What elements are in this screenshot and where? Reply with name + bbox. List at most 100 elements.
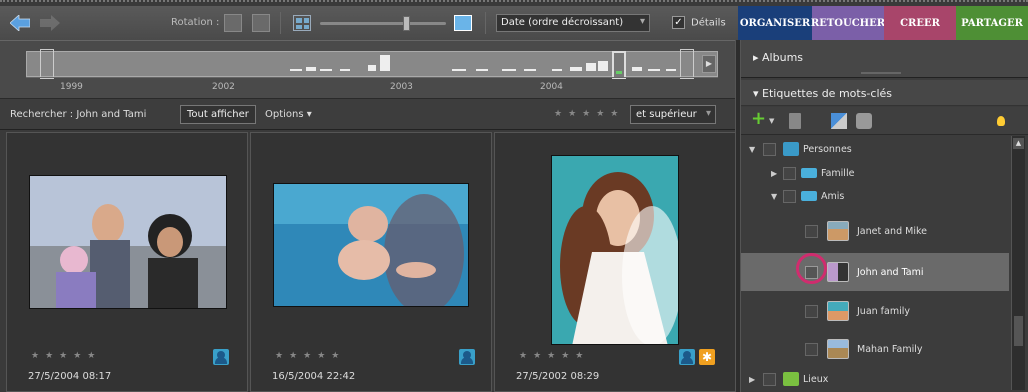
- folder-icon: [801, 191, 817, 201]
- timeline-bar: [340, 69, 350, 71]
- timeline-bar: [586, 63, 596, 71]
- timeline-bar: [380, 55, 390, 71]
- tree-item-lieux[interactable]: ▶ Lieux: [741, 368, 1009, 390]
- person-tag-icon: [679, 349, 695, 365]
- details-checkbox[interactable]: ✓ Détails: [672, 16, 726, 29]
- timeline-bar: [570, 67, 582, 71]
- photo-thumbnail[interactable]: [29, 175, 227, 309]
- tree-checkbox[interactable]: [805, 304, 818, 318]
- keyword-tree-scrollbar[interactable]: ▲: [1011, 136, 1025, 390]
- workspace-tabs: ORGANISER RETOUCHER CREER PARTAGER: [738, 6, 1028, 40]
- tag-thumbnail-icon: [827, 339, 849, 359]
- timeline-bar: [632, 67, 642, 71]
- tree-item-juan-family[interactable]: Juan family: [741, 296, 1009, 326]
- expand-arrow-icon[interactable]: ▶: [749, 375, 755, 384]
- person-tag-icon: [459, 349, 475, 365]
- show-all-button[interactable]: Tout afficher: [180, 105, 256, 124]
- forward-arrow-icon[interactable]: [40, 15, 60, 31]
- slider-handle[interactable]: [403, 16, 410, 31]
- add-tag-icon[interactable]: +: [751, 110, 767, 128]
- photo-cell[interactable]: ★★★★★ 16/5/2004 22:42: [250, 132, 492, 392]
- sort-order-select[interactable]: Date (ordre décroissant) ▾: [496, 14, 650, 32]
- tree-item-john-and-tami[interactable]: John and Tami: [741, 253, 1009, 291]
- timeline-year: 2003: [390, 82, 413, 92]
- collapse-arrow-icon[interactable]: ▼: [749, 145, 755, 154]
- timeline[interactable]: ◀ ▶ 1999 2002 2003 2004: [0, 40, 738, 98]
- photo-rating[interactable]: ★★★★★: [275, 351, 345, 361]
- rating-stars-filter[interactable]: ★★★★★: [554, 109, 624, 119]
- keywords-section-header[interactable]: ▾ Etiquettes de mots-clés: [741, 80, 1028, 106]
- tab-creer[interactable]: CREER: [884, 6, 956, 40]
- chevron-down-icon: ▾: [705, 108, 711, 119]
- timeline-end-handle[interactable]: [680, 49, 694, 79]
- timeline-current-marker[interactable]: [612, 51, 626, 79]
- resize-grip[interactable]: [861, 72, 901, 74]
- rotate-left-button[interactable]: [224, 14, 242, 32]
- collapse-arrow-icon[interactable]: ▼: [771, 192, 777, 201]
- rating-filter-select[interactable]: et supérieur ▾: [630, 105, 716, 124]
- photo-cell[interactable]: ★★★★★ 27/5/2004 08:17: [6, 132, 248, 392]
- timeline-start-handle[interactable]: [40, 49, 54, 79]
- folder-icon: [801, 168, 817, 178]
- timeline-right-button[interactable]: ▶: [702, 55, 716, 73]
- tab-retoucher[interactable]: RETOUCHER: [811, 6, 885, 40]
- search-label: Rechercher : John and Tami: [10, 109, 147, 120]
- options-menu[interactable]: Options ▾: [265, 109, 312, 120]
- scroll-up-icon[interactable]: ▲: [1013, 138, 1024, 149]
- timeline-bar: [666, 69, 676, 71]
- thumbnail-size-slider[interactable]: [320, 22, 446, 25]
- photo-cell[interactable]: ★★★★★ 27/5/2002 08:29 ✱: [494, 132, 736, 392]
- tab-organiser[interactable]: ORGANISER: [738, 6, 812, 40]
- tree-checkbox[interactable]: [805, 224, 818, 238]
- timeline-ruler: [26, 77, 718, 78]
- timeline-bar: [452, 69, 466, 71]
- thumbnail-grid-icon[interactable]: [293, 15, 311, 31]
- timeline-bar: [368, 65, 376, 71]
- timeline-bar: [502, 69, 516, 71]
- chevron-down-icon[interactable]: ▼: [769, 117, 785, 133]
- rotation-label: Rotation :: [171, 17, 220, 28]
- tree-checkbox[interactable]: [763, 142, 776, 156]
- single-photo-view-icon[interactable]: [454, 15, 472, 31]
- tree-item-personnes[interactable]: ▼ Personnes: [741, 138, 1009, 160]
- tag-thumbnail-icon: [827, 262, 849, 282]
- timeline-bar: [552, 69, 562, 71]
- photo-thumbnail[interactable]: [551, 155, 679, 345]
- tree-checkbox[interactable]: [783, 189, 796, 203]
- highlight-circle: [796, 253, 827, 284]
- photo-thumbnail[interactable]: [273, 183, 469, 307]
- tree-checkbox[interactable]: [763, 372, 776, 386]
- tree-item-amis[interactable]: ▼ Amis: [741, 185, 1009, 207]
- tree-item-famille[interactable]: ▶ Famille: [741, 162, 1009, 184]
- timeline-bar: [648, 69, 660, 71]
- photo-rating[interactable]: ★★★★★: [519, 351, 589, 361]
- search-bar: Rechercher : John and Tami Tout afficher…: [0, 98, 738, 130]
- timeline-year: 2002: [212, 82, 235, 92]
- tag-lock-person-icon[interactable]: [856, 113, 872, 129]
- timeline-bar: [476, 69, 488, 71]
- tree-checkbox[interactable]: [783, 166, 796, 180]
- top-dotted-border: [0, 0, 1028, 4]
- back-arrow-icon[interactable]: [10, 15, 30, 31]
- expand-arrow-icon: ▸: [753, 51, 763, 64]
- scrollbar-thumb[interactable]: [1014, 316, 1023, 346]
- albums-section-header[interactable]: ▸ Albums: [741, 40, 1028, 78]
- person-category-icon: [783, 142, 799, 156]
- chevron-down-icon: ▾: [639, 16, 645, 27]
- checkbox-icon[interactable]: ✓: [672, 16, 685, 29]
- edit-tag-icon[interactable]: [831, 113, 847, 129]
- photo-baby-swimming-image: [274, 184, 468, 306]
- organizer-panel: ▸ Albums ▾ Etiquettes de mots-clés + ▼ ▼…: [741, 40, 1028, 392]
- expand-arrow-icon[interactable]: ▶: [771, 169, 777, 178]
- lightbulb-icon[interactable]: [997, 116, 1005, 126]
- tree-checkbox[interactable]: [805, 342, 818, 356]
- tree-item-mahan-family[interactable]: Mahan Family: [741, 334, 1009, 364]
- trash-icon[interactable]: [789, 113, 801, 129]
- photo-rating[interactable]: ★★★★★: [31, 351, 101, 361]
- timeline-year: 1999: [60, 82, 83, 92]
- tree-item-janet-and-mike[interactable]: Janet and Mike: [741, 216, 1009, 246]
- toolbar-divider: [280, 12, 281, 34]
- rotate-right-button[interactable]: [252, 14, 270, 32]
- tag-thumbnail-icon: [827, 301, 849, 321]
- tab-partager[interactable]: PARTAGER: [956, 6, 1028, 40]
